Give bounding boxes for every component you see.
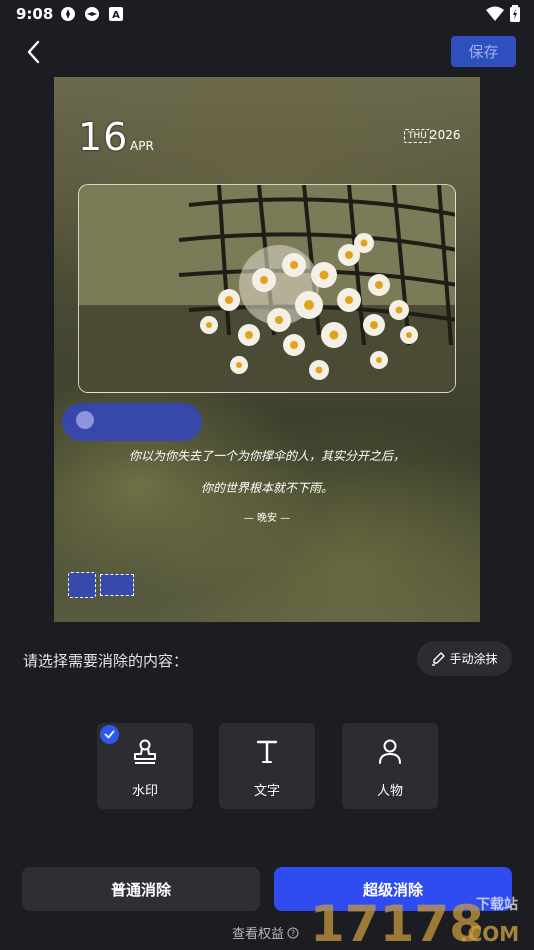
help-icon: ? — [287, 927, 299, 938]
manual-smear-button[interactable]: 手动涂抹 — [417, 641, 512, 676]
watermark-logo-box — [68, 572, 96, 598]
select-prompt: 请选择需要消除的内容： — [23, 652, 189, 670]
text-t-icon — [256, 740, 278, 764]
normal-remove-button[interactable]: 普通消除 — [22, 867, 260, 911]
quote-signature: — 晚安 — — [243, 513, 291, 524]
svg-text:下载站: 下载站 — [476, 896, 518, 913]
status-bar: 9:08 A — [0, 0, 534, 28]
person-icon — [379, 739, 401, 764]
status-right — [486, 5, 520, 22]
option-person-label: 人物 — [376, 784, 403, 799]
option-text[interactable]: 文字 — [219, 723, 315, 809]
svg-text:A: A — [112, 10, 120, 21]
daisy-bouquet-image — [79, 185, 455, 392]
svg-text:17178: 17178 — [310, 895, 484, 947]
wifi-icon — [486, 6, 504, 21]
preview-month: APR — [130, 139, 154, 153]
watermark-avatar — [76, 411, 94, 429]
image-preview: 16 APR THU 2026 你以为你失去了一个为你撑伞的人，其实分开之后， … — [54, 77, 480, 622]
watermark-text-box — [100, 574, 134, 596]
app-notification-icon — [85, 7, 99, 21]
view-benefits-label: 查看权益 — [232, 927, 285, 942]
status-time: 9:08 — [16, 5, 54, 23]
a-notification-icon: A — [109, 7, 123, 21]
svg-text:.COM: .COM — [460, 922, 519, 946]
preview-weekday: THU — [404, 129, 431, 143]
brush-icon — [432, 651, 446, 666]
save-button[interactable]: 保存 — [451, 36, 516, 67]
option-person[interactable]: 人物 — [342, 723, 438, 809]
option-text-label: 文字 — [253, 784, 280, 799]
svg-text:?: ? — [291, 929, 295, 938]
site-watermark-logo: 17178 .COM 下载站 — [310, 895, 519, 947]
app-notification-icon — [61, 7, 75, 21]
quote-line-2: 你的世界根本就不下雨。 — [200, 481, 333, 495]
stamp-icon — [134, 739, 156, 764]
battery-icon — [510, 5, 520, 22]
back-button[interactable] — [20, 38, 48, 66]
detected-watermark-top — [62, 403, 202, 441]
option-watermark-label: 水印 — [131, 784, 158, 799]
view-benefits-link[interactable]: 查看权益 ? — [232, 923, 299, 942]
preview-year: 2026 — [430, 128, 461, 142]
selected-check-icon — [100, 725, 119, 744]
quote-line-1: 你以为你失去了一个为你撑伞的人，其实分开之后， — [128, 449, 405, 463]
daisy-photo — [78, 184, 456, 393]
manual-smear-label: 手动涂抹 — [449, 652, 498, 666]
detected-watermark-bottom — [68, 572, 134, 598]
preview-day: 16 — [78, 115, 129, 159]
